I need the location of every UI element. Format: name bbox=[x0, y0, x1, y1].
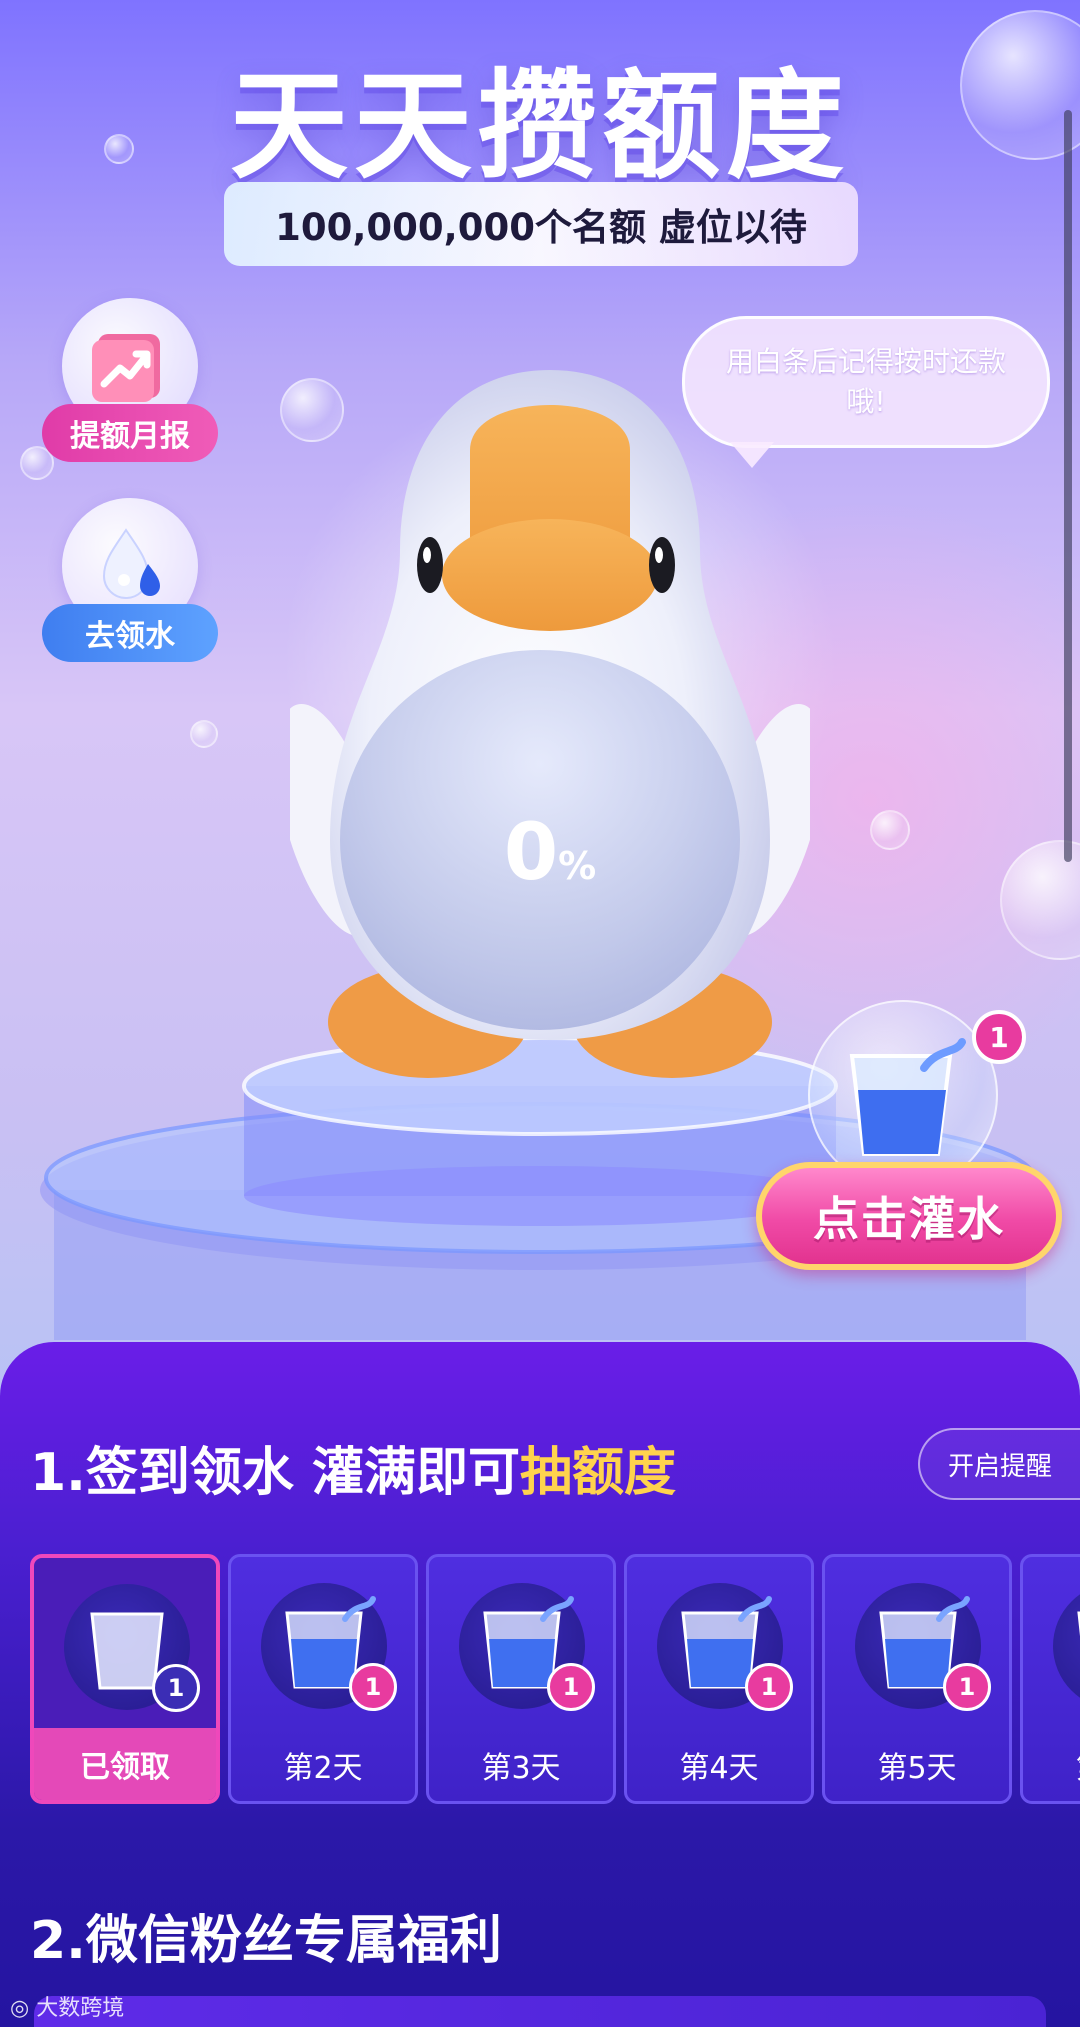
day-badge: 1 bbox=[943, 1663, 991, 1711]
day-label: 已领取 bbox=[34, 1728, 216, 1800]
checkin-section-title: 1.签到领水 灌满即可抽额度 bbox=[30, 1430, 676, 1505]
checkin-title-text: 1.签到领水 灌满即可 bbox=[30, 1443, 521, 1503]
water-glass-icon bbox=[849, 1038, 966, 1156]
decor-bubble bbox=[870, 810, 910, 850]
day-label: 第6天 bbox=[1023, 1729, 1080, 1801]
day-badge: 1 bbox=[745, 1663, 793, 1711]
decor-bubble bbox=[190, 720, 218, 748]
day-card-1[interactable]: 1 已领取 bbox=[30, 1554, 220, 1804]
day-label: 第4天 bbox=[679, 1751, 759, 1786]
day-badge: 1 bbox=[349, 1663, 397, 1711]
day-card-4[interactable]: 1 第4天 bbox=[624, 1554, 814, 1804]
page: 天天攒额度 100,000,000个名额 虚位以待 提额月报 去领水 用白条后记… bbox=[0, 0, 1080, 2027]
day-label: 第5天 bbox=[877, 1751, 957, 1786]
get-water-label: 去领水 bbox=[42, 604, 218, 662]
wechat-benefits-title: 2.微信粉丝专属福利 bbox=[30, 1911, 502, 1971]
checkin-title-highlight: 抽额度 bbox=[520, 1443, 677, 1503]
day-label: 第3天 bbox=[481, 1751, 561, 1786]
watermark: ◎ 大数跨境 bbox=[10, 1990, 124, 2022]
pour-water-label: 点击灌水 bbox=[813, 1192, 1005, 1246]
next-section-card bbox=[34, 1996, 1046, 2027]
checkin-days-row: 1 已领取 1 第2天 1 第3天 1 第4天 1 第5天 bbox=[30, 1554, 1080, 1806]
day-card-3[interactable]: 1 第3天 bbox=[426, 1554, 616, 1804]
page-title: 天天攒额度 bbox=[229, 57, 850, 195]
water-glass-icon bbox=[1053, 1583, 1080, 1709]
subtitle-text: 100,000,000个名额 虚位以待 bbox=[275, 206, 807, 249]
fill-percentage: 0% bbox=[470, 808, 630, 898]
subtitle-banner: 100,000,000个名额 虚位以待 bbox=[224, 182, 858, 266]
enable-reminder-button[interactable]: 开启提醒 bbox=[918, 1428, 1080, 1500]
fill-percentage-unit: % bbox=[558, 844, 597, 888]
day-card-2[interactable]: 1 第2天 bbox=[228, 1554, 418, 1804]
water-count-badge: 1 bbox=[972, 1010, 1026, 1064]
goose-mascot bbox=[290, 370, 810, 1078]
watermark-logo-icon: ◎ bbox=[10, 1996, 37, 2021]
watermark-text: 大数跨境 bbox=[36, 1996, 125, 2021]
fill-percentage-value: 0 bbox=[503, 808, 559, 898]
monthly-report-button[interactable]: 提额月报 bbox=[40, 298, 222, 488]
pour-water-button[interactable]: 点击灌水 bbox=[756, 1162, 1062, 1270]
day-card-5[interactable]: 1 第5天 bbox=[822, 1554, 1012, 1804]
water-drop-icon bbox=[102, 528, 160, 599]
monthly-report-label: 提额月报 bbox=[42, 404, 218, 462]
day-label: 第2天 bbox=[283, 1751, 363, 1786]
day-badge: 1 bbox=[152, 1664, 200, 1712]
get-water-button[interactable]: 去领水 bbox=[40, 498, 222, 688]
scrollbar[interactable] bbox=[1064, 110, 1072, 862]
day-card-6[interactable]: 1 第6天 bbox=[1020, 1554, 1080, 1804]
chart-report-icon bbox=[92, 334, 160, 402]
day-badge: 1 bbox=[547, 1663, 595, 1711]
